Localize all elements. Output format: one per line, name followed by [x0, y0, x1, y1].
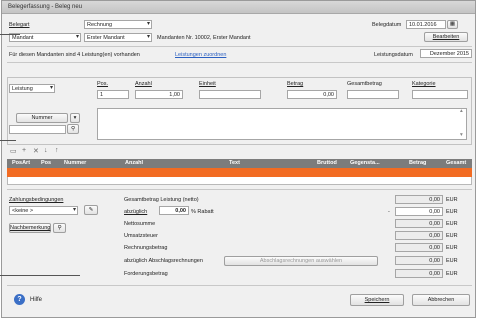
amount-rechnungsbetrag: 0,00	[395, 243, 443, 252]
belegart-select[interactable]: Rechnung	[84, 20, 152, 29]
nettosumme-label: Nettosumme	[124, 221, 156, 227]
column-header[interactable]: Anzahl	[125, 160, 143, 166]
add-icon[interactable]: +	[22, 147, 26, 154]
position-type-select[interactable]: Leistung	[9, 84, 55, 93]
abschlag-label: abzüglich Abschlagsrechnungen	[124, 258, 203, 264]
divider	[7, 285, 472, 286]
help-icon[interactable]: ?	[14, 294, 25, 305]
belegerfassung-window: Belegerfassung - Beleg neu Belegart Rech…	[1, 0, 476, 318]
column-header[interactable]: Pos	[41, 160, 51, 166]
anzahl-field[interactable]: 1,00	[135, 90, 183, 99]
column-header[interactable]: Bruttod	[317, 160, 337, 166]
window-titlebar: Belegerfassung - Beleg neu	[2, 1, 475, 14]
currency-label: EUR	[446, 258, 458, 264]
currency-label: EUR	[446, 271, 458, 277]
minus-sign: -	[388, 209, 390, 215]
belegart-label-text: Belegart	[9, 22, 30, 28]
bearbeiten-button[interactable]: Bearbeiten	[424, 32, 468, 42]
nachbemerkung-button[interactable]: Nachbemerkung	[9, 223, 51, 233]
einheit-label: Einheit	[199, 81, 216, 87]
einheit-field[interactable]	[199, 90, 261, 99]
position-text-area[interactable]	[97, 108, 467, 140]
column-header[interactable]: Gegensta...	[350, 160, 380, 166]
betrag-label: Betrag	[287, 81, 304, 87]
zahlungsbedingungen-label: Zahlungsbedingungen	[9, 197, 64, 203]
positions-grid-header: PosArt Pos Nummer Anzahl Text Bruttod Ge…	[7, 159, 472, 168]
scroll-down-icon[interactable]: ▾	[460, 132, 463, 138]
amount-abschlag: 0,00	[395, 256, 443, 265]
currency-label: EUR	[446, 233, 458, 239]
speichern-button[interactable]: Speichern	[350, 294, 404, 306]
kategorie-label: Kategorie	[412, 81, 436, 87]
positions-grid-body	[7, 177, 472, 185]
rabatt-unit: % Rabatt	[191, 209, 214, 215]
scroll-up-icon[interactable]: ▴	[460, 108, 463, 114]
callout-line	[0, 275, 80, 276]
bearbeiten-button-label: Bearbeiten	[432, 34, 460, 40]
amount-forderungsbetrag: 0,00	[395, 269, 443, 278]
abschlag-button[interactable]: Abschlagsrechnungen auswählen	[224, 256, 378, 266]
umsatzsteuer-label: Umsatzsteuer	[124, 233, 158, 239]
belegart-label: Belegart	[9, 22, 30, 28]
divider	[7, 46, 472, 47]
currency-label: EUR	[446, 197, 458, 203]
gesamtbetrag-field	[347, 90, 399, 99]
abzueglich-label: abzüglich	[124, 209, 148, 215]
belegdatum-field[interactable]: 10.01.2016	[406, 20, 446, 29]
gesamtbetrag-netto-label: Gesamtbetrag Leistung (netto)	[124, 197, 199, 203]
search-icon[interactable]: ⚲	[67, 124, 79, 134]
callout-line	[0, 140, 16, 141]
betrag-field[interactable]: 0,00	[287, 90, 337, 99]
amount-nettosumme: 0,00	[395, 219, 443, 228]
speichern-label: Speichern	[364, 297, 390, 303]
move-down-icon[interactable]: ↓	[44, 147, 48, 154]
divider	[7, 189, 472, 190]
selected-row[interactable]	[7, 168, 472, 177]
anzahl-label: Anzahl	[135, 81, 152, 87]
column-header[interactable]: PosArt	[12, 160, 30, 166]
nummer-dropdown-button[interactable]: ▾	[70, 113, 80, 123]
currency-label: EUR	[446, 209, 458, 215]
column-header[interactable]: Nummer	[64, 160, 86, 166]
kategorie-field[interactable]	[412, 90, 468, 99]
leistungen-zuordnen-link[interactable]: Leistungen zuordnen	[175, 52, 226, 58]
forderungsbetrag-label: Forderungsbetrag	[124, 271, 168, 277]
nummer-field[interactable]	[9, 125, 66, 134]
calendar-icon[interactable]: ▦	[447, 20, 458, 29]
amount-gesamtbetrag: 0,00	[395, 195, 443, 204]
pos-field[interactable]: 1	[97, 90, 129, 99]
pos-label: Pos.	[97, 81, 109, 87]
abbrechen-button[interactable]: Abbrechen	[412, 294, 470, 306]
column-header[interactable]: Betrag	[409, 160, 426, 166]
zahlungsbedingungen-select[interactable]: <keine >	[9, 206, 78, 215]
currency-label: EUR	[446, 245, 458, 251]
search-small-icon[interactable]: ⚲	[53, 223, 66, 233]
gesamtbetrag-label: Gesamtbetrag	[347, 81, 382, 87]
delete-icon[interactable]: ✕	[33, 147, 39, 155]
hilfe-label[interactable]: Hilfe	[30, 297, 42, 303]
currency-label: EUR	[446, 221, 458, 227]
column-header[interactable]: Text	[229, 160, 240, 166]
rabatt-field[interactable]: 0,00	[159, 206, 189, 215]
move-up-icon[interactable]: ↑	[55, 147, 59, 154]
callout-line	[0, 34, 20, 35]
mandant-select[interactable]: Erster Mandant	[84, 33, 152, 42]
leistungen-info: Für diesen Mandanten sind 4 Leistung(en)…	[9, 52, 140, 58]
nummer-button[interactable]: Nummer	[16, 113, 68, 123]
leistungsdatum-label: Leistungsdatum	[374, 52, 413, 58]
amount-rabatt[interactable]: 0,00	[395, 207, 443, 216]
rechnungsbetrag-label: Rechnungsbetrag	[124, 245, 168, 251]
mandant-info: Mandanten Nr. 10002, Erster Mandant	[157, 35, 251, 41]
divider	[7, 62, 472, 63]
edit-icon[interactable]: ✎	[84, 205, 98, 215]
amount-umsatzsteuer: 0,00	[395, 231, 443, 240]
column-header[interactable]: Gesamt	[446, 160, 466, 166]
leistungsdatum-field[interactable]: Dezember 2015	[420, 49, 472, 58]
nachbemerkung-label: Nachbemerkung	[10, 225, 51, 231]
belegdatum-label: Belegdatum	[372, 22, 402, 28]
new-row-icon[interactable]: ▭	[10, 147, 17, 155]
